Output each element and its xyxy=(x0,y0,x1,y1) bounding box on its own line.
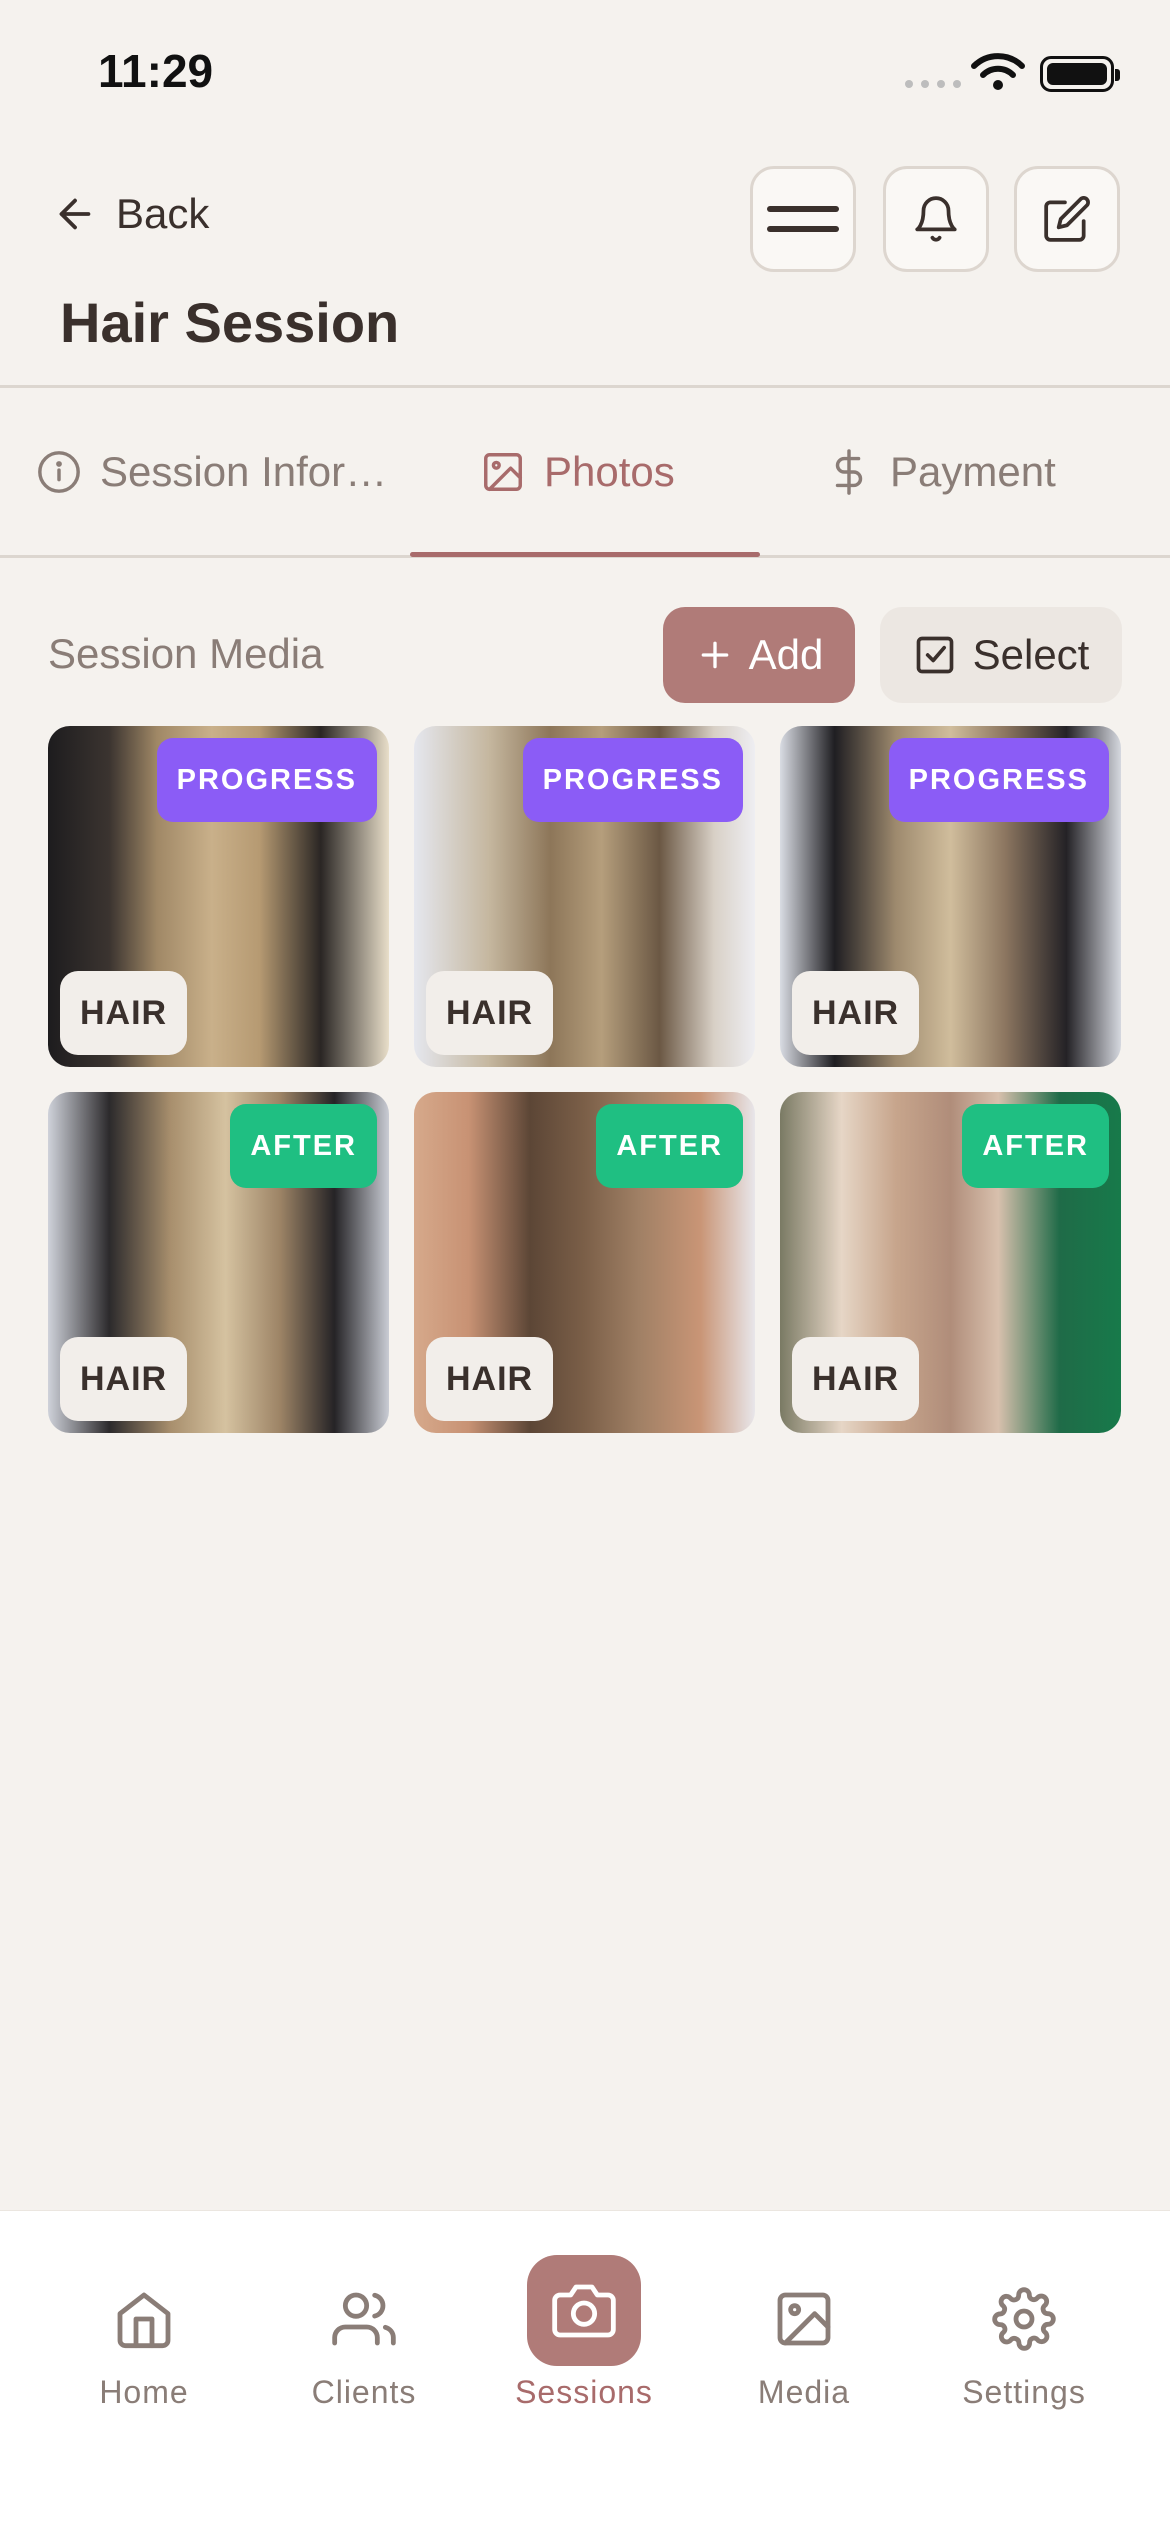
active-tab-indicator xyxy=(410,552,760,557)
tab-label: Session Infor… xyxy=(100,448,388,495)
tab-bar: Session Infor… Photos Payment xyxy=(0,430,1170,550)
back-button[interactable]: Back xyxy=(52,190,209,238)
gear-icon xyxy=(992,2286,1056,2351)
select-button[interactable]: Select xyxy=(880,607,1122,703)
nav-label: Sessions xyxy=(515,2374,653,2410)
status-time: 11:29 xyxy=(98,45,214,97)
page-title: Hair Session xyxy=(60,291,400,354)
home-icon xyxy=(117,2292,171,2348)
add-media-button[interactable]: Add xyxy=(663,607,855,703)
stage-badge: PROGRESS xyxy=(888,738,1109,822)
select-label: Select xyxy=(972,631,1090,678)
info-icon xyxy=(38,451,80,493)
tab-payment[interactable]: Payment xyxy=(826,430,1056,514)
category-badge: HAIR xyxy=(426,1337,554,1421)
tab-session-info[interactable]: Session Infor… xyxy=(36,430,387,514)
nav-label: Clients xyxy=(311,2374,417,2410)
nav-settings[interactable]: Settings xyxy=(924,2211,1124,2411)
menu-icon xyxy=(767,206,839,232)
category-badge: HAIR xyxy=(60,971,188,1055)
image-icon xyxy=(777,2292,831,2345)
nav-label: Home xyxy=(99,2374,189,2410)
stage-badge: PROGRESS xyxy=(522,738,743,822)
category-badge: HAIR xyxy=(426,971,554,1055)
section-title: Session Media xyxy=(48,630,324,677)
stage-badge: AFTER xyxy=(230,1104,377,1188)
tab-label: Photos xyxy=(544,448,675,495)
stage-badge: AFTER xyxy=(596,1104,743,1188)
stage-badge: PROGRESS xyxy=(156,738,377,822)
plus-icon xyxy=(701,641,728,669)
media-thumbnail[interactable]: PROGRESS HAIR xyxy=(48,726,389,1067)
nav-label: Media xyxy=(757,2374,851,2410)
tab-label: Payment xyxy=(890,448,1056,495)
nav-media[interactable]: Media xyxy=(704,2211,904,2411)
nav-home[interactable]: Home xyxy=(44,2211,244,2411)
status-bar: 11:29 xyxy=(0,0,1170,140)
category-badge: HAIR xyxy=(792,1337,920,1421)
bottom-navigation: Home Clients Sessions Media Settings xyxy=(0,2210,1170,2532)
media-thumbnail[interactable]: PROGRESS HAIR xyxy=(780,726,1121,1067)
edit-button[interactable] xyxy=(1014,166,1120,272)
checkbox-icon xyxy=(916,636,953,674)
header-divider xyxy=(0,385,1170,388)
dollar-icon xyxy=(835,449,863,495)
bell-icon xyxy=(915,196,957,242)
media-thumbnail[interactable]: PROGRESS HAIR xyxy=(414,726,755,1067)
category-badge: HAIR xyxy=(60,1337,188,1421)
tab-photos[interactable]: Photos xyxy=(480,430,675,514)
edit-icon xyxy=(1044,196,1090,242)
cellular-signal-icon xyxy=(905,80,961,88)
media-thumbnail[interactable]: AFTER HAIR xyxy=(780,1092,1121,1433)
camera-icon xyxy=(552,2284,616,2337)
nav-clients[interactable]: Clients xyxy=(264,2211,464,2411)
battery-icon xyxy=(1040,56,1120,92)
arrow-left-icon xyxy=(59,198,91,230)
stage-badge: AFTER xyxy=(962,1104,1109,1188)
media-thumbnail[interactable]: AFTER HAIR xyxy=(414,1092,755,1433)
media-thumbnail[interactable]: AFTER HAIR xyxy=(48,1092,389,1433)
image-icon xyxy=(484,453,522,491)
wifi-icon xyxy=(971,53,1025,90)
users-icon xyxy=(332,2292,396,2345)
notifications-button[interactable] xyxy=(883,166,989,272)
add-label: Add xyxy=(748,631,824,678)
back-label: Back xyxy=(116,190,210,237)
nav-sessions[interactable]: Sessions xyxy=(484,2211,684,2411)
category-badge: HAIR xyxy=(792,971,920,1055)
nav-label: Settings xyxy=(962,2374,1086,2410)
menu-button[interactable] xyxy=(750,166,856,272)
